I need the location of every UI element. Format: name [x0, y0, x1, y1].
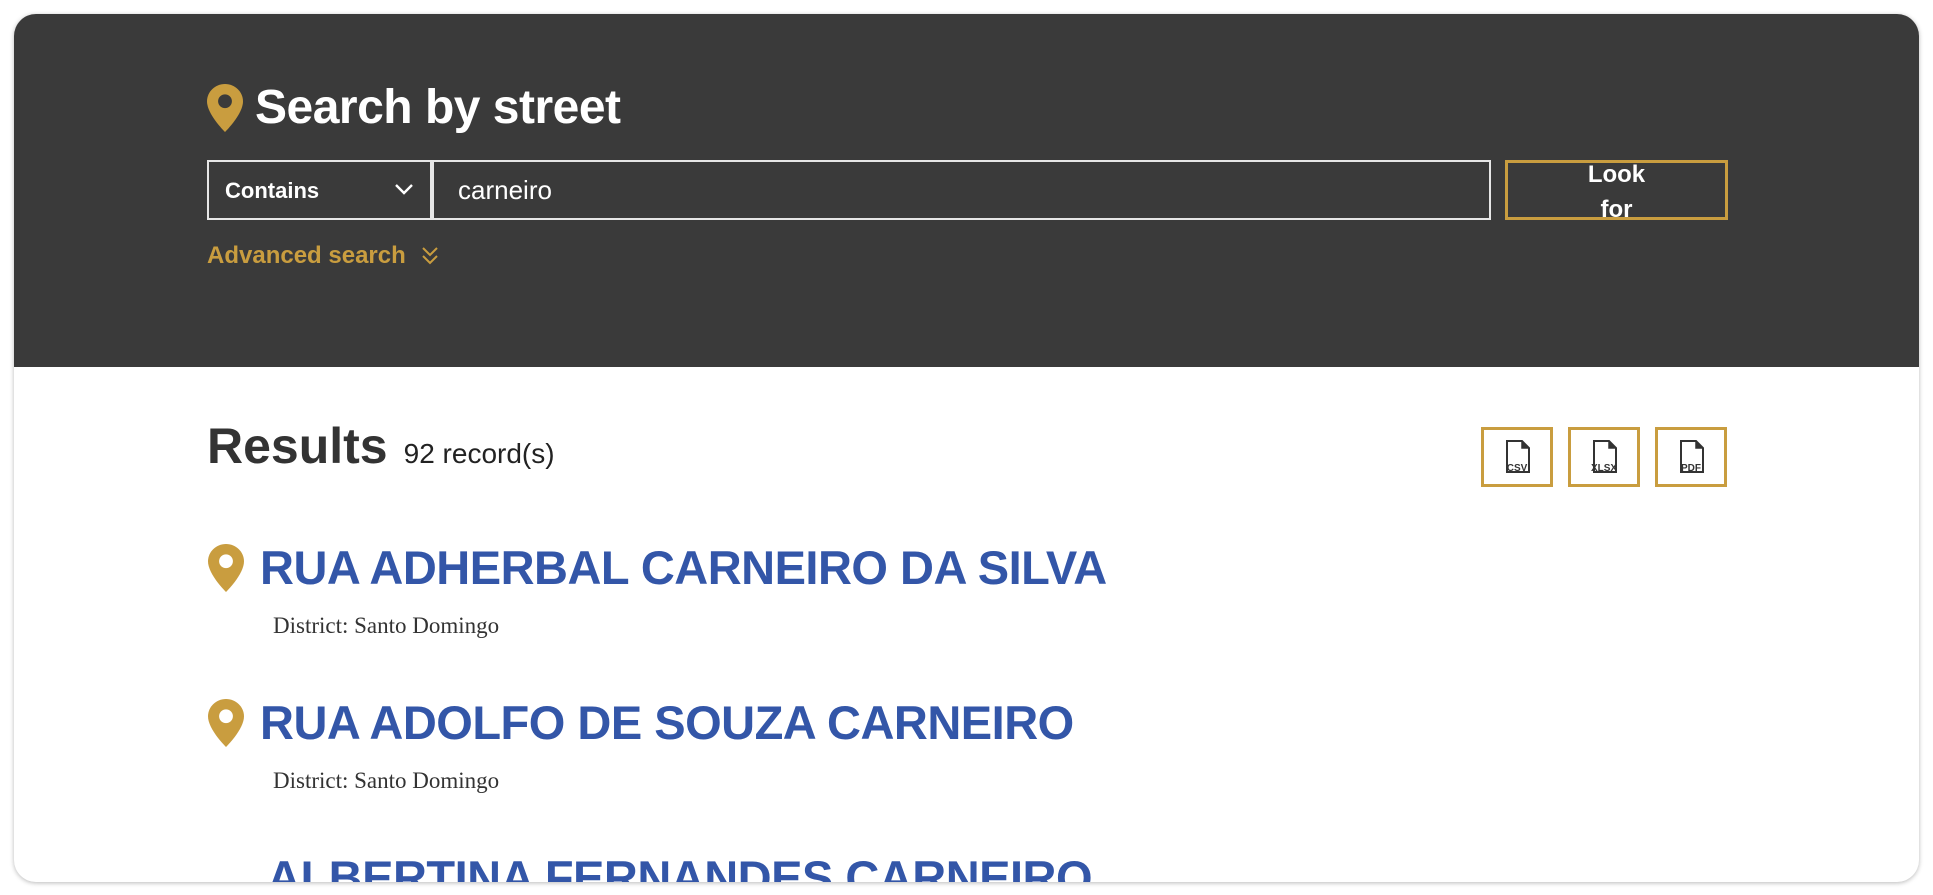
- xlsx-label: XLSX: [1590, 463, 1618, 474]
- export-csv-button[interactable]: CSV: [1481, 427, 1553, 487]
- csv-label: CSV: [1506, 463, 1528, 474]
- chevron-down-icon: [395, 184, 413, 195]
- page-title: Search by street: [255, 81, 621, 134]
- location-pin-icon: [208, 544, 244, 592]
- results-title: Results: [207, 418, 388, 474]
- pdf-label: PDF: [1681, 463, 1701, 474]
- look-for-label: Look for: [1587, 161, 1646, 220]
- export-pdf-button[interactable]: PDF: [1655, 427, 1727, 487]
- street-name-link[interactable]: ALBERTINA FERNANDES CARNEIRO: [267, 850, 1093, 882]
- location-pin-icon: [208, 699, 244, 747]
- advanced-search-label: Advanced search: [207, 242, 406, 269]
- advanced-search-toggle[interactable]: Advanced search: [207, 242, 440, 270]
- look-for-button[interactable]: Look for: [1505, 160, 1728, 220]
- match-mode-select[interactable]: Contains: [207, 160, 432, 220]
- double-chevron-down-icon: [422, 247, 438, 265]
- match-mode-value: Contains: [225, 178, 320, 203]
- results-header: Results 92 record(s): [207, 417, 555, 475]
- street-search-input[interactable]: [432, 160, 1491, 220]
- district-text: District: Santo Domingo: [273, 768, 500, 793]
- street-name-link[interactable]: RUA ADOLFO DE SOUZA CARNEIRO: [260, 695, 1074, 750]
- results-count: 92 record(s): [403, 438, 555, 469]
- page-card: Search by street Contains Look for Advan…: [14, 14, 1919, 882]
- search-panel: Search by street Contains Look for Advan…: [14, 14, 1919, 367]
- search-header: Search by street: [207, 80, 621, 135]
- district-text: District: Santo Domingo: [273, 613, 500, 638]
- location-pin-icon: [207, 83, 243, 132]
- export-xlsx-button[interactable]: XLSX: [1568, 427, 1640, 487]
- street-name-link[interactable]: RUA ADHERBAL CARNEIRO DA SILVA: [260, 540, 1107, 595]
